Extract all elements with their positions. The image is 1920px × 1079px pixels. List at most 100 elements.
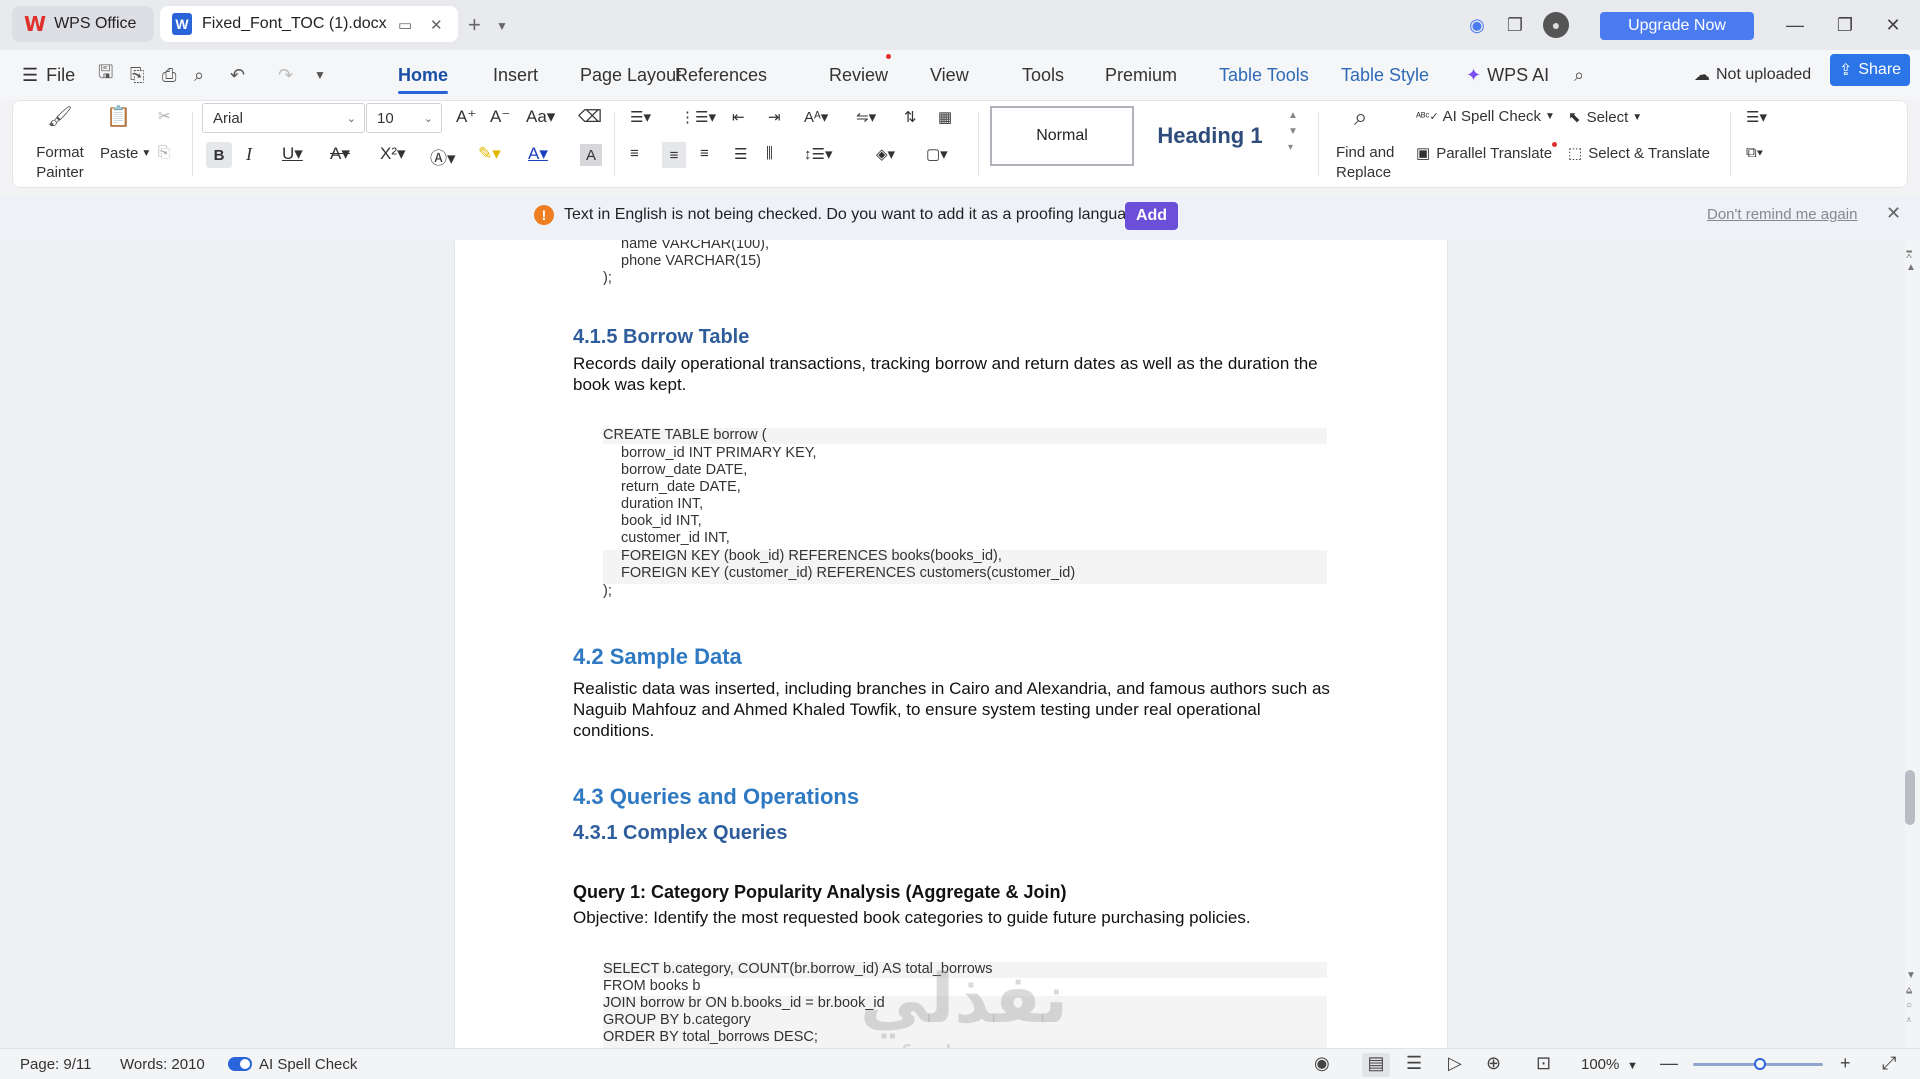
format-painter-button[interactable]: Format Painter [30, 143, 90, 183]
spell-check-toggle[interactable] [228, 1057, 252, 1071]
avatar[interactable]: ● [1543, 12, 1569, 38]
tab-premium[interactable]: Premium [1105, 50, 1177, 100]
fullscreen-icon[interactable]: ⤢ [1882, 1053, 1896, 1074]
quick-access-chevron-icon[interactable]: ▼ [314, 50, 326, 100]
sort-icon[interactable]: ⇅ [904, 108, 917, 126]
char-shading-icon[interactable]: A [580, 144, 602, 166]
font-color-icon[interactable]: A▾ [528, 144, 548, 164]
share-button[interactable]: ⇪ Share [1830, 54, 1910, 86]
find-replace-button[interactable]: Find and Replace [1336, 143, 1394, 183]
shrink-font-icon[interactable]: A⁻ [490, 107, 510, 127]
line-spacing-icon[interactable]: ↕☰▾ [804, 145, 832, 163]
copy-icon[interactable]: ⎘ [158, 144, 170, 161]
tab-page-layout[interactable]: Page Layout [580, 50, 681, 100]
tab-home[interactable]: Home [398, 50, 449, 100]
tab-references[interactable]: References [675, 50, 767, 100]
print-icon[interactable]: ⎙ [162, 50, 176, 100]
align-center-icon[interactable]: ≡ [662, 142, 686, 168]
italic-icon[interactable]: I [246, 144, 252, 165]
undo-icon[interactable]: ↶ [230, 50, 245, 100]
zoom-chevron-down-icon[interactable]: ▼ [1627, 1060, 1638, 1072]
format-painter-icon[interactable]: 🖌 [34, 104, 86, 129]
align-left-icon[interactable]: ≡ [630, 145, 639, 162]
underline-icon[interactable]: U▾ [282, 144, 303, 164]
styles-scroll-icon[interactable]: ▲ ▼ ▾ [1288, 108, 1298, 156]
borders-icon[interactable]: ▢▾ [926, 145, 948, 163]
outline-view-icon[interactable]: ☰ [1406, 1053, 1422, 1074]
tab-wps-office[interactable]: W WPS Office [12, 6, 154, 42]
close-tab-icon[interactable]: ✕ [430, 16, 443, 34]
tab-review[interactable]: Review [829, 50, 888, 100]
paragraph-settings-icon[interactable]: ☰▾ [1746, 108, 1767, 126]
bold-icon[interactable]: B [206, 142, 232, 168]
add-language-button[interactable]: Add [1125, 202, 1178, 230]
tab-table-style[interactable]: Table Style [1341, 50, 1429, 100]
find-icon[interactable]: ⌕ [1354, 104, 1367, 132]
ai-assistant-icon[interactable]: ◉ [1464, 12, 1490, 38]
bullets-icon[interactable]: ☰▾ [630, 108, 651, 126]
arrange-icon[interactable]: ⧉▾ [1746, 144, 1763, 161]
align-right-icon[interactable]: ≡ [700, 145, 709, 162]
close-window-icon[interactable]: ✕ [1878, 12, 1908, 38]
redo-icon[interactable]: ↷ [278, 50, 293, 100]
font-name-select[interactable]: Arial ⌄ [202, 103, 365, 133]
page-indicator[interactable]: Page: 9/11 [20, 1056, 91, 1073]
tab-insert[interactable]: Insert [493, 50, 538, 100]
tab-table-tools[interactable]: Table Tools [1219, 50, 1309, 100]
tab-list-chevron-icon[interactable]: ▼ [496, 19, 508, 33]
word-count[interactable]: Words: 2010 [120, 1056, 205, 1073]
file-menu[interactable]: ☰ File [22, 50, 75, 100]
web-view-icon[interactable]: ⊕ [1486, 1053, 1501, 1074]
close-notification-icon[interactable]: ✕ [1886, 203, 1901, 224]
tab-document[interactable]: W Fixed_Font_TOC (1).docx [160, 6, 458, 42]
vertical-scrollbar[interactable] [1905, 240, 1920, 1048]
fit-page-icon[interactable]: ⊡ [1536, 1053, 1551, 1074]
document-page[interactable]: name VARCHAR(100), phone VARCHAR(15) ); … [455, 240, 1447, 1048]
distribute-icon[interactable]: ⫼ [766, 145, 773, 162]
paste-icon[interactable]: 📋 [106, 104, 131, 129]
strikethrough-icon[interactable]: A▾ [330, 144, 350, 164]
cut-icon[interactable]: ✂ [158, 107, 171, 125]
decrease-indent-icon[interactable]: ⇤ [732, 108, 745, 126]
text-direction-icon[interactable]: Aᴬ▾ [804, 108, 828, 126]
zoom-slider-handle[interactable] [1754, 1058, 1766, 1070]
select-button[interactable]: ⬉ Select ▼ [1568, 108, 1642, 127]
print-preview-icon[interactable]: ⌕ [194, 50, 204, 100]
scrollbar-thumb[interactable] [1905, 770, 1915, 825]
style-normal[interactable]: Normal [990, 106, 1134, 166]
upload-status[interactable]: ☁ Not uploaded [1694, 50, 1811, 100]
scroll-up-icon[interactable]: ⩞ ▲ [1906, 250, 1916, 274]
line-break-icon[interactable]: ⇋▾ [856, 108, 876, 126]
export-pdf-icon[interactable]: ⎘ [130, 50, 144, 100]
style-heading-1[interactable]: Heading 1 [1138, 106, 1282, 166]
increase-indent-icon[interactable]: ⇥ [768, 108, 781, 126]
select-translate-button[interactable]: ⬚ Select & Translate [1568, 144, 1710, 163]
save-icon[interactable]: 🖫 [98, 50, 113, 100]
highlight-icon[interactable]: ✎▾ [478, 144, 501, 164]
zoom-out-icon[interactable]: — [1660, 1053, 1678, 1074]
eye-protection-icon[interactable]: ◉ [1314, 1053, 1330, 1074]
zoom-level[interactable]: 100% [1581, 1056, 1619, 1073]
upgrade-button[interactable]: Upgrade Now [1600, 12, 1754, 40]
tab-wps-ai[interactable]: ✦ WPS AI [1466, 50, 1549, 100]
restore-icon[interactable]: ❐ [1830, 12, 1860, 38]
text-effects-icon[interactable]: Ⓐ▾ [430, 144, 456, 169]
new-tab-icon[interactable]: + [468, 12, 481, 38]
table-grid-icon[interactable]: ▦ [938, 108, 952, 126]
ai-spell-check-button[interactable]: ᴬᴮᶜ✓ AI Spell Check ▼ [1416, 108, 1555, 125]
tab-view[interactable]: View [930, 50, 969, 100]
justify-icon[interactable]: ☰ [734, 145, 747, 163]
clear-format-icon[interactable]: ⌫ [578, 107, 602, 127]
superscript-icon[interactable]: X²▾ [380, 144, 406, 164]
zoom-in-icon[interactable]: + [1840, 1053, 1851, 1074]
paste-button[interactable]: Paste ▼ [100, 145, 151, 162]
change-case-icon[interactable]: Aa▾ [526, 107, 555, 127]
scroll-down-icons[interactable]: ▼ ⩠ ○ ⩡ [1906, 968, 1916, 1028]
minimize-icon[interactable]: — [1780, 12, 1810, 38]
play-icon[interactable]: ▷ [1448, 1053, 1462, 1074]
page-view-icon[interactable]: ▤ [1362, 1053, 1390, 1077]
numbering-icon[interactable]: ⋮☰▾ [680, 108, 716, 126]
search-icon[interactable]: ⌕ [1574, 50, 1584, 100]
tab-monitor-icon[interactable]: ▭ [398, 16, 412, 34]
font-size-select[interactable]: 10 ⌄ [366, 103, 442, 133]
